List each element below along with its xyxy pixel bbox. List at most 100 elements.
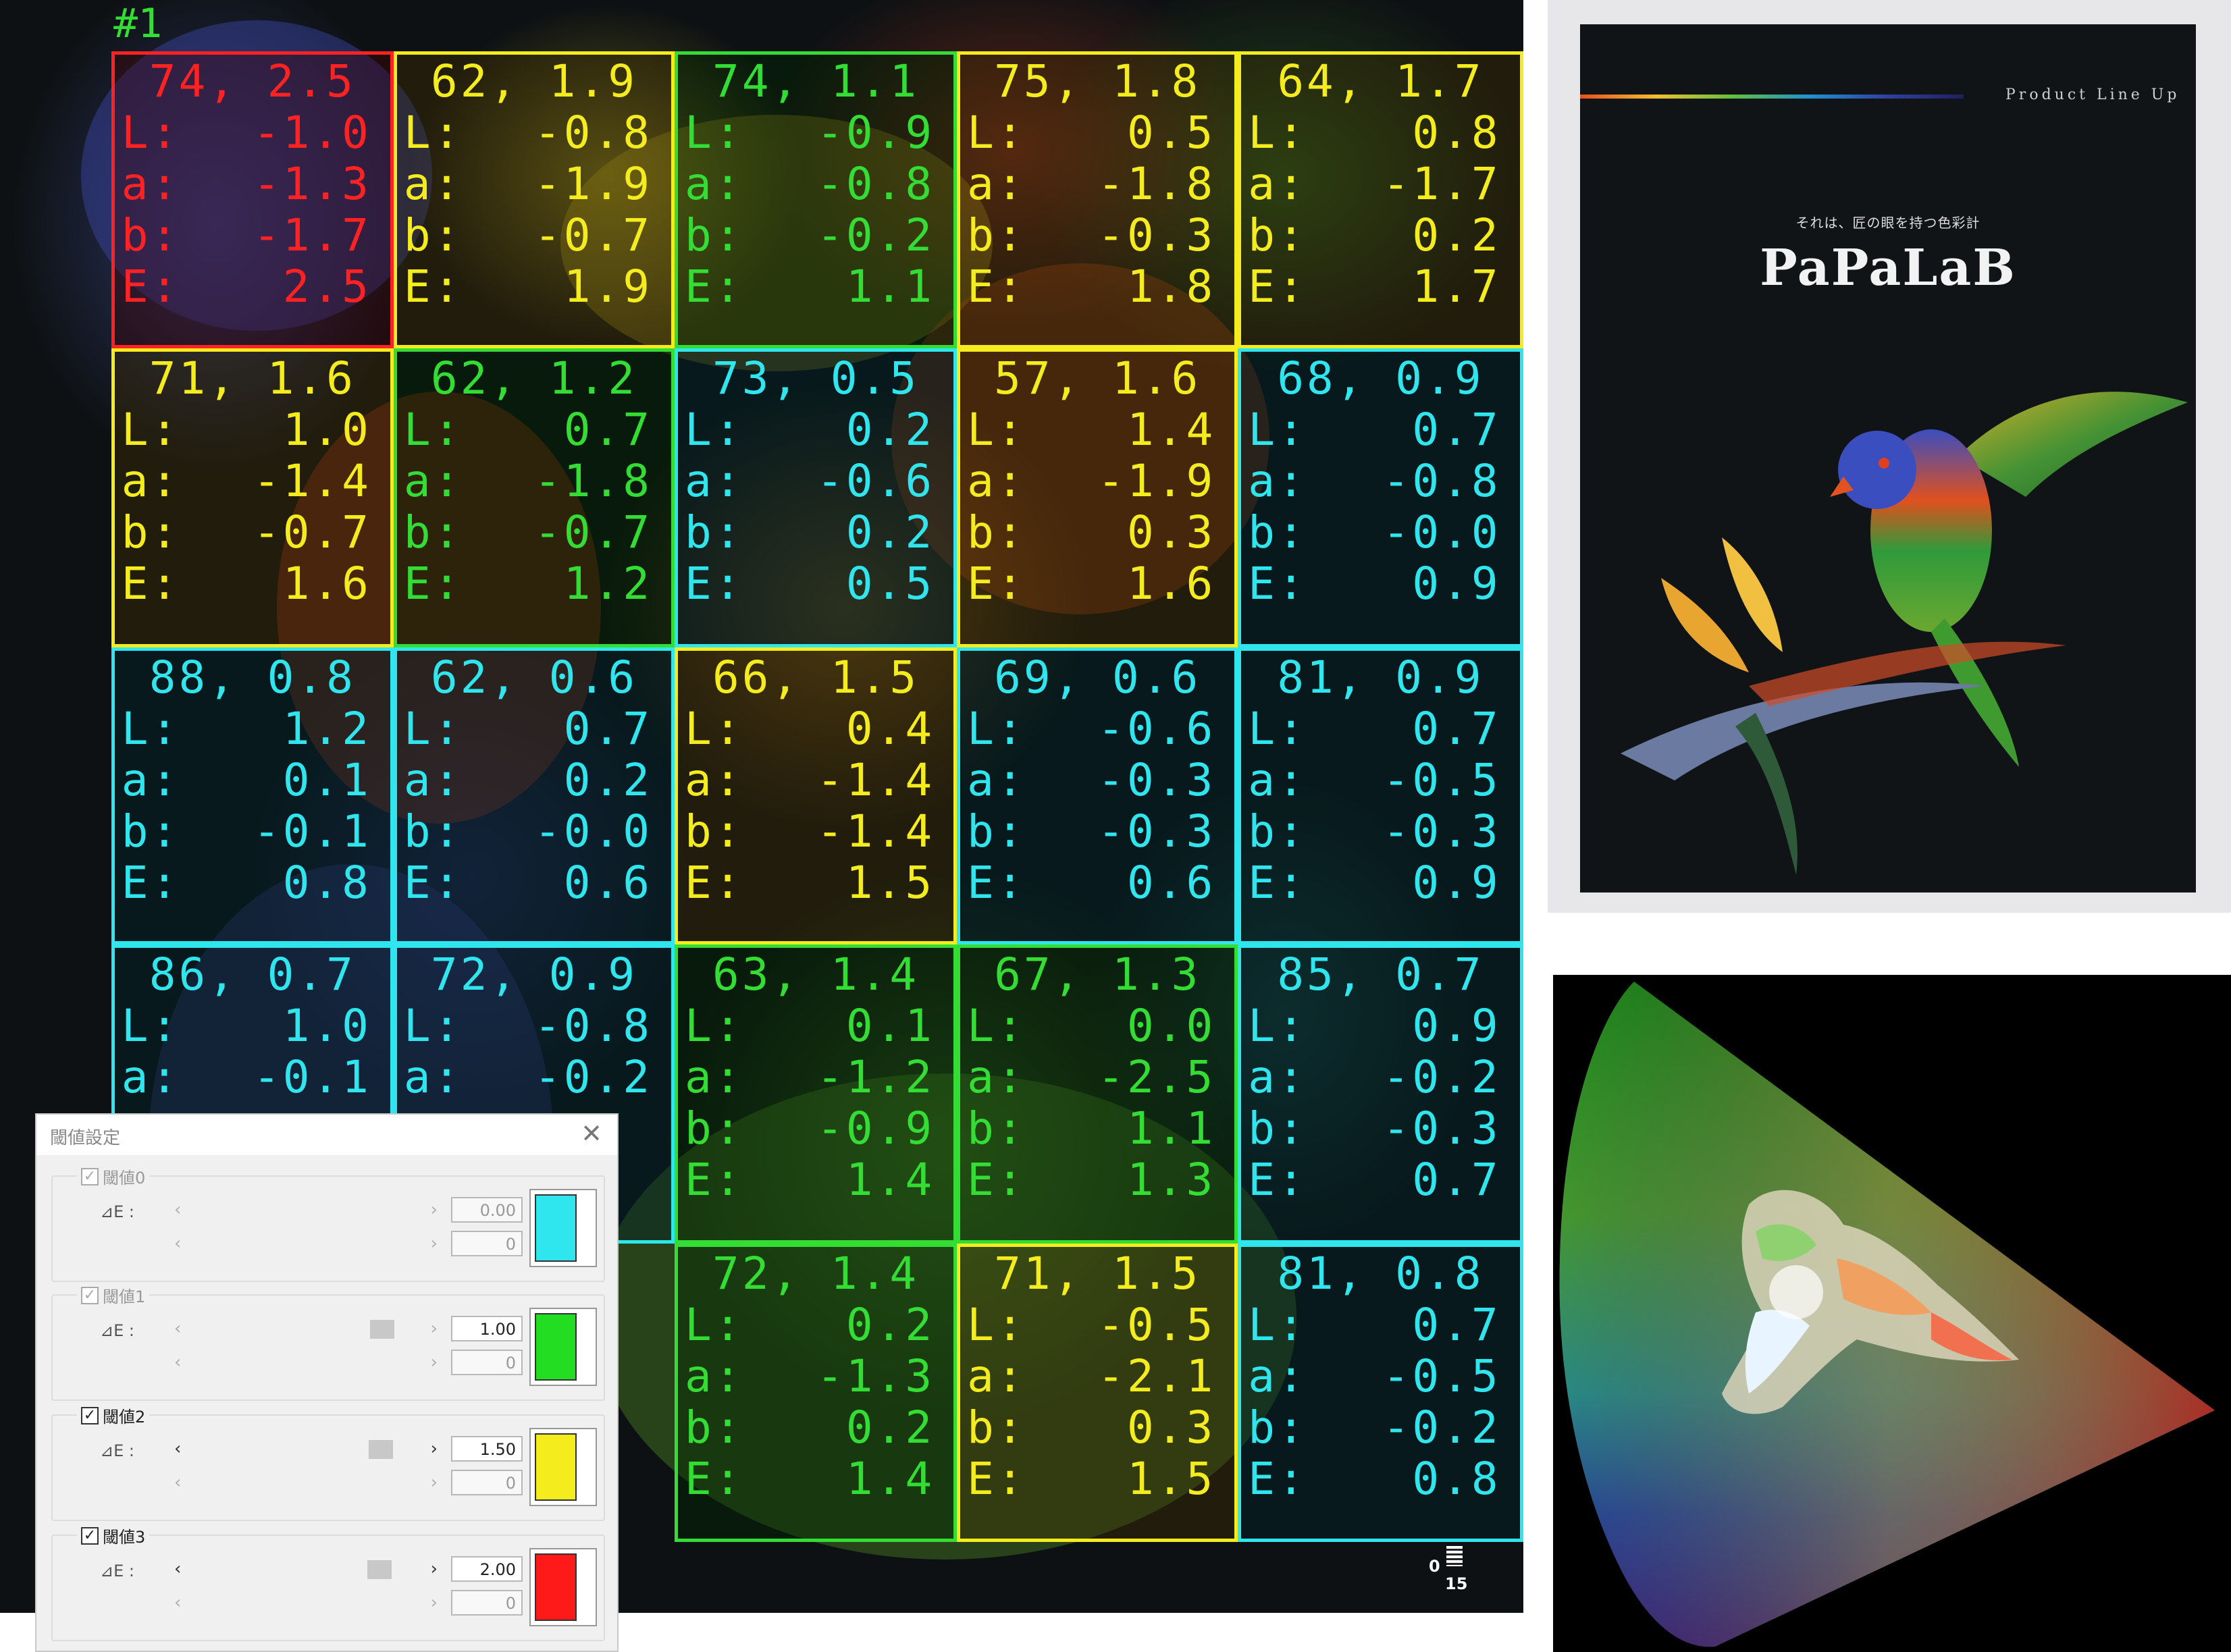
cell-row-E: E: 2.5 <box>122 261 390 313</box>
slider-left-arrow-icon[interactable]: ‹ <box>174 1439 181 1459</box>
threshold-slider[interactable]: ‹ › <box>174 1200 438 1220</box>
threshold-checkbox[interactable]: ✓ <box>81 1167 99 1185</box>
cell-key: a: <box>684 455 744 508</box>
cell-key: E: <box>967 260 1026 313</box>
cell-key: L: <box>1248 702 1307 755</box>
slider-left-arrow-icon[interactable]: ‹ <box>174 1318 181 1339</box>
cell-row-L: L: 0.7 <box>1248 703 1519 755</box>
cell-value: 0.2 <box>845 1298 935 1351</box>
count-value-field[interactable]: 0 <box>451 1590 523 1616</box>
color-swatch-button[interactable] <box>529 1189 597 1267</box>
threshold-value-field[interactable]: 1.00 <box>451 1316 523 1341</box>
count-left-arrow-icon[interactable]: ‹ <box>174 1233 181 1254</box>
count-right-arrow-icon[interactable]: › <box>431 1472 438 1493</box>
count-left-arrow-icon[interactable]: ‹ <box>174 1593 181 1613</box>
count-right-arrow-icon[interactable]: › <box>431 1352 438 1373</box>
cell-key: L: <box>403 404 463 456</box>
cell-row-a: a: -1.9 <box>967 456 1234 507</box>
count-left-arrow-icon[interactable]: ‹ <box>174 1472 181 1493</box>
count-slider[interactable]: ‹ › <box>174 1233 438 1254</box>
count-value-field[interactable]: 0 <box>451 1470 523 1495</box>
cell-value: 0.2 <box>845 506 935 559</box>
slider-left-arrow-icon[interactable]: ‹ <box>174 1559 181 1579</box>
cell-value: -0.9 <box>816 1102 935 1155</box>
slider-left-arrow-icon[interactable]: ‹ <box>174 1200 181 1220</box>
cell-row-a: a: -1.7 <box>1248 157 1519 210</box>
threshold-slider[interactable]: ‹ › <box>174 1439 438 1459</box>
cell-key: E: <box>121 558 181 610</box>
cell-value: -1.7 <box>1382 157 1501 210</box>
slider-right-arrow-icon[interactable]: › <box>431 1200 438 1220</box>
delta-e-label: ⊿E : <box>100 1441 134 1460</box>
cell-row-L: L: -0.9 <box>685 107 953 159</box>
count-slider[interactable]: ‹ › <box>174 1593 438 1613</box>
color-swatch-button[interactable] <box>529 1548 597 1626</box>
cell-value: 0.8 <box>282 856 371 909</box>
grid-cell: 74, 1.1 L: -0.9 a: -0.8 b: -0.2 E: 1.1 <box>674 51 957 349</box>
grid-cell: 74, 2.5 L: -1.0 a: -1.3 b: -1.7 E: 2.5 <box>111 51 394 349</box>
slider-thumb[interactable] <box>369 1440 393 1459</box>
cell-key: L: <box>403 1000 463 1053</box>
cell-row-a: a: -1.4 <box>685 754 953 806</box>
threshold-checkbox[interactable]: ✓ <box>81 1526 99 1545</box>
threshold-slider[interactable]: ‹ › <box>174 1559 438 1579</box>
cell-row-L: L: 1.0 <box>122 404 390 456</box>
cell-value: 0.3 <box>1126 1401 1216 1454</box>
threshold-label: 閾値0 <box>103 1169 146 1188</box>
cell-key: E: <box>1248 1154 1307 1206</box>
threshold-checkbox[interactable]: ✓ <box>81 1286 99 1304</box>
cell-value: -0.8 <box>534 106 652 159</box>
cell-value: -1.3 <box>253 157 371 210</box>
cell-value: -0.7 <box>534 209 652 261</box>
threshold-value-field[interactable]: 0.00 <box>451 1197 523 1223</box>
grid-cell: 81, 0.8 L: 0.7 a: -0.5 b: -0.2 E: 0.8 <box>1238 1243 1523 1542</box>
threshold-value-field[interactable]: 2.00 <box>451 1556 523 1582</box>
cell-value: 0.7 <box>1412 702 1501 755</box>
slider-thumb[interactable] <box>370 1320 394 1339</box>
color-swatch-button[interactable] <box>529 1428 597 1506</box>
threshold-label: 閾値2 <box>103 1408 146 1427</box>
count-slider[interactable]: ‹ › <box>174 1472 438 1493</box>
cell-value: -0.7 <box>253 506 371 559</box>
count-value-field[interactable]: 0 <box>451 1231 523 1256</box>
count-value-field[interactable]: 0 <box>451 1350 523 1375</box>
threshold-checkbox[interactable]: ✓ <box>81 1406 99 1424</box>
cell-row-b: b: -0.0 <box>1248 507 1519 558</box>
cell-row-L: L: 0.4 <box>685 703 953 755</box>
slider-thumb[interactable] <box>367 1560 392 1579</box>
slider-right-arrow-icon[interactable]: › <box>431 1318 438 1339</box>
threshold-value-field[interactable]: 1.50 <box>451 1436 523 1462</box>
cell-caption: 62, 0.6 <box>430 651 638 703</box>
cell-caption: 88, 0.8 <box>149 651 356 703</box>
count-slider[interactable]: ‹ › <box>174 1352 438 1373</box>
grid-cell: 57, 1.6 L: 1.4 a: -1.9 b: 0.3 E: 1.6 <box>957 348 1238 647</box>
cell-key: a: <box>403 753 463 806</box>
slider-right-arrow-icon[interactable]: › <box>431 1559 438 1579</box>
count-right-arrow-icon[interactable]: › <box>431 1233 438 1254</box>
cell-value: 0.4 <box>845 702 935 755</box>
cell-value: -0.5 <box>1382 753 1501 806</box>
cell-key: a: <box>121 455 181 508</box>
cell-value: 1.0 <box>282 404 371 456</box>
dialog-titlebar[interactable]: 閾値設定 ✕ <box>36 1115 617 1155</box>
cell-value: 1.7 <box>1412 260 1501 313</box>
close-icon[interactable]: ✕ <box>581 1120 602 1147</box>
cell-value: 0.3 <box>1126 506 1216 559</box>
cell-row-a: a: -1.8 <box>404 456 671 507</box>
cell-value: 1.6 <box>1126 558 1216 610</box>
cell-row-L: L: -0.8 <box>404 107 671 159</box>
cell-key: E: <box>684 1452 744 1505</box>
cell-value: -0.3 <box>1382 1102 1501 1155</box>
cell-value: 1.2 <box>563 558 652 610</box>
scale-max-label: 15 <box>1445 1574 1468 1593</box>
slider-right-arrow-icon[interactable]: › <box>431 1439 438 1459</box>
grid-cell: 71, 1.6 L: 1.0 a: -1.4 b: -0.7 E: 1.6 <box>111 348 394 647</box>
count-right-arrow-icon[interactable]: › <box>431 1593 438 1613</box>
cell-value: 0.8 <box>1412 1452 1501 1505</box>
cell-row-L: L: -1.0 <box>122 107 390 159</box>
count-left-arrow-icon[interactable]: ‹ <box>174 1352 181 1373</box>
cell-row-b: b: 0.2 <box>685 507 953 558</box>
cell-value: 2.5 <box>282 260 371 313</box>
threshold-slider[interactable]: ‹ › <box>174 1318 438 1339</box>
color-swatch-button[interactable] <box>529 1308 597 1386</box>
